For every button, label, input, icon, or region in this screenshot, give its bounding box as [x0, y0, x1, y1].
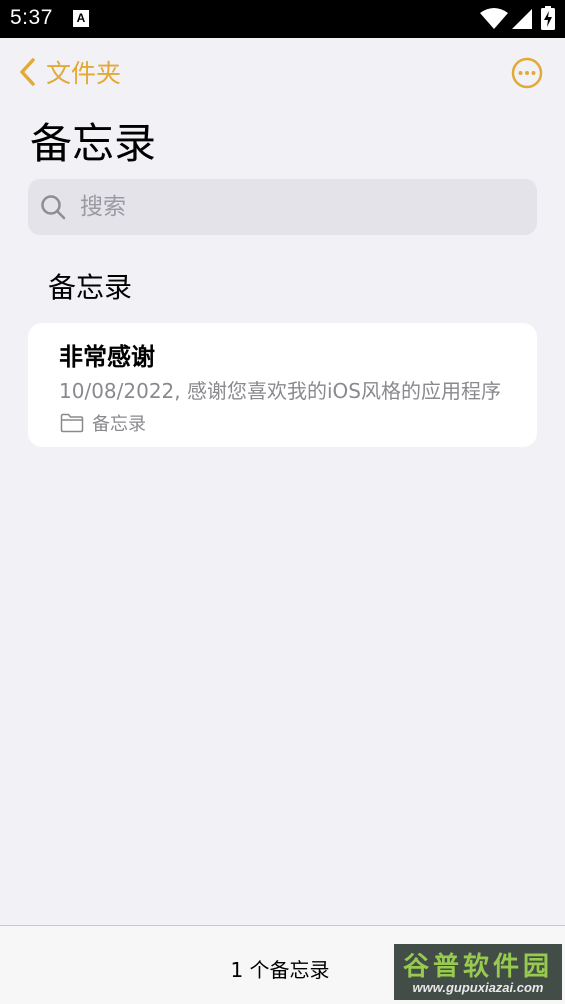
search-input[interactable]	[78, 193, 498, 221]
wifi-icon	[480, 8, 508, 29]
status-time: 5:37	[10, 6, 53, 29]
note-title: 非常感谢	[59, 343, 155, 371]
note-preview: 10/08/2022, 感谢您喜欢我的iOS风格的应用程序	[59, 379, 501, 403]
note-folder-label: 备忘录	[92, 414, 146, 435]
chevron-left-icon	[20, 58, 35, 86]
section-header: 备忘录	[48, 271, 133, 304]
notification-a-icon: A	[73, 10, 89, 27]
search-icon	[41, 195, 66, 220]
battery-charging-icon	[541, 6, 555, 30]
folder-icon	[60, 413, 84, 433]
watermark-url: www.gupuxiazai.com	[412, 980, 544, 995]
nav-bar: 文件夹	[0, 38, 565, 106]
note-folder-row: 备忘录	[60, 410, 146, 436]
signal-icon	[512, 9, 532, 29]
page-title: 备忘录	[30, 119, 157, 168]
search-bar[interactable]	[28, 179, 537, 235]
status-bar: 5:37 A	[0, 0, 565, 38]
watermark-logo: 谷普软件园 www.gupuxiazai.com	[394, 944, 562, 1000]
back-label: 文件夹	[46, 59, 122, 88]
back-button[interactable]: 文件夹	[18, 54, 121, 90]
more-ellipsis-icon[interactable]	[511, 57, 543, 89]
note-card[interactable]: 非常感谢 10/08/2022, 感谢您喜欢我的iOS风格的应用程序 备忘录	[28, 323, 537, 447]
watermark-title: 谷普软件园	[402, 952, 553, 982]
